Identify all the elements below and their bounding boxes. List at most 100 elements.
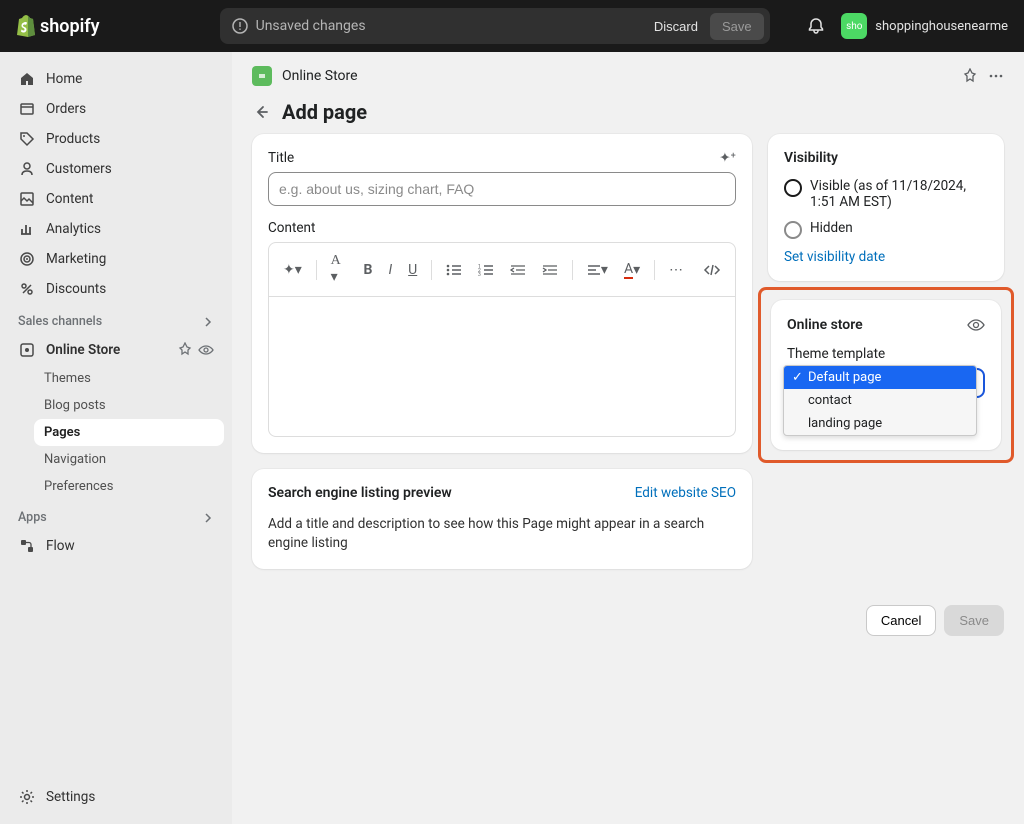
nav-discounts[interactable]: Discounts	[8, 274, 224, 304]
gear-icon	[18, 788, 36, 806]
username: shoppinghousenearme	[875, 19, 1008, 34]
visibility-card: Visibility Visible (as of 11/18/2024, 1:…	[768, 134, 1004, 281]
sidebar: Home Orders Products Customers Content A…	[0, 52, 232, 824]
user-badge: sho	[841, 13, 867, 39]
subnav-navigation[interactable]: Navigation	[34, 446, 224, 473]
content-label: Content	[268, 220, 315, 236]
customers-icon	[18, 160, 36, 178]
code-view-icon[interactable]	[697, 259, 727, 281]
nav-label: Analytics	[46, 221, 101, 237]
bullet-list-icon[interactable]	[440, 259, 468, 281]
edit-seo-link[interactable]: Edit website SEO	[635, 485, 736, 501]
visibility-heading: Visibility	[784, 150, 988, 166]
nav-label: Settings	[46, 789, 95, 805]
nav-label: Home	[46, 71, 82, 87]
page-title: Add page	[282, 100, 367, 124]
user-menu[interactable]: sho shoppinghousenearme	[841, 13, 1008, 39]
pin-icon[interactable]	[962, 68, 978, 84]
title-label: Title	[268, 150, 294, 166]
more-icon[interactable]	[988, 68, 1004, 84]
nav-products[interactable]: Products	[8, 124, 224, 154]
visibility-visible-option[interactable]: Visible (as of 11/18/2024, 1:51 AM EST)	[784, 178, 988, 210]
nav-analytics[interactable]: Analytics	[8, 214, 224, 244]
analytics-icon	[18, 220, 36, 238]
heading-dropdown[interactable]: A ▾	[325, 249, 354, 290]
pin-icon[interactable]	[178, 342, 192, 356]
discard-button[interactable]: Discard	[642, 13, 710, 40]
products-icon	[18, 130, 36, 148]
bell-icon[interactable]	[807, 17, 825, 35]
title-content-card: Title ✦⁺ Content ✦▾ A ▾ B I U 123	[252, 134, 752, 453]
underline-button[interactable]: U	[402, 258, 423, 282]
seo-card: Search engine listing preview Edit websi…	[252, 469, 752, 569]
marketing-icon	[18, 250, 36, 268]
home-icon	[18, 70, 36, 88]
nav-settings[interactable]: Settings	[8, 782, 224, 812]
online-store-card: Online store Theme template Default page…	[771, 300, 1001, 450]
nav-content[interactable]: Content	[8, 184, 224, 214]
nav-label: Discounts	[46, 281, 106, 297]
template-label: Theme template	[787, 346, 985, 362]
dropdown-option-contact[interactable]: contact	[784, 389, 976, 412]
subnav-blog-posts[interactable]: Blog posts	[34, 392, 224, 419]
topbar: shopify Unsaved changes Discard Save sho…	[0, 0, 1024, 52]
nav-home[interactable]: Home	[8, 64, 224, 94]
footer-actions: Cancel Save	[232, 589, 1024, 652]
save-button: Save	[944, 605, 1004, 636]
nav-customers[interactable]: Customers	[8, 154, 224, 184]
dropdown-option-landing[interactable]: landing page	[784, 412, 976, 435]
save-button-top: Save	[710, 13, 764, 40]
nav-orders[interactable]: Orders	[8, 94, 224, 124]
seo-description: Add a title and description to see how t…	[268, 515, 736, 553]
seo-heading: Search engine listing preview	[268, 485, 452, 501]
brand-text: shopify	[40, 16, 100, 37]
nav-label: Marketing	[46, 251, 106, 267]
section-sales-channels[interactable]: Sales channels	[8, 304, 224, 335]
online-store-heading: Online store	[787, 317, 863, 333]
indent-icon[interactable]	[536, 259, 564, 281]
content-editor[interactable]	[268, 297, 736, 437]
title-input[interactable]	[268, 172, 736, 206]
chevron-right-icon	[202, 316, 214, 328]
back-arrow-icon[interactable]	[252, 103, 270, 121]
subnav-themes[interactable]: Themes	[34, 365, 224, 392]
outdent-icon[interactable]	[504, 259, 532, 281]
magic-icon[interactable]: ✦⁺	[719, 150, 736, 166]
shopify-logo[interactable]: shopify	[16, 15, 100, 37]
radio-label: Visible (as of 11/18/2024, 1:51 AM EST)	[810, 178, 988, 210]
highlight-annotation: Online store Theme template Default page…	[758, 287, 1014, 463]
nav-label: Products	[46, 131, 100, 147]
online-store-app-icon	[252, 66, 272, 86]
svg-text:3: 3	[478, 272, 481, 277]
more-tools-icon[interactable]: ⋯	[663, 258, 689, 282]
italic-button[interactable]: I	[382, 258, 398, 282]
nav-online-store[interactable]: Online Store	[8, 335, 224, 365]
dropdown-option-default[interactable]: Default page	[784, 366, 976, 389]
template-dropdown: Default page contact landing page	[783, 365, 977, 436]
orders-icon	[18, 100, 36, 118]
cancel-button[interactable]: Cancel	[866, 605, 936, 636]
set-visibility-date-link[interactable]: Set visibility date	[784, 249, 988, 265]
content-icon	[18, 190, 36, 208]
nav-label: Customers	[46, 161, 112, 177]
number-list-icon[interactable]: 123	[472, 259, 500, 281]
text-color-dropdown[interactable]: A ▾	[618, 257, 646, 283]
section-apps[interactable]: Apps	[8, 500, 224, 531]
radio-label: Hidden	[810, 220, 853, 236]
nav-flow[interactable]: Flow	[8, 531, 224, 561]
visibility-hidden-option[interactable]: Hidden	[784, 220, 988, 239]
nav-marketing[interactable]: Marketing	[8, 244, 224, 274]
radio-icon	[784, 179, 802, 197]
align-dropdown[interactable]: ▾	[581, 258, 614, 282]
eye-icon[interactable]	[967, 316, 985, 334]
subnav-pages[interactable]: Pages	[34, 419, 224, 446]
magic-dropdown-icon[interactable]: ✦▾	[277, 258, 308, 282]
alert-icon	[232, 18, 248, 34]
template-select[interactable]: Default page contact landing page	[787, 368, 985, 398]
bold-button[interactable]: B	[358, 258, 379, 282]
eye-icon[interactable]	[198, 342, 214, 358]
unsaved-text: Unsaved changes	[256, 18, 366, 34]
flow-icon	[18, 537, 36, 555]
editor-toolbar: ✦▾ A ▾ B I U 123 ▾ A ▾	[268, 242, 736, 297]
subnav-preferences[interactable]: Preferences	[34, 473, 224, 500]
